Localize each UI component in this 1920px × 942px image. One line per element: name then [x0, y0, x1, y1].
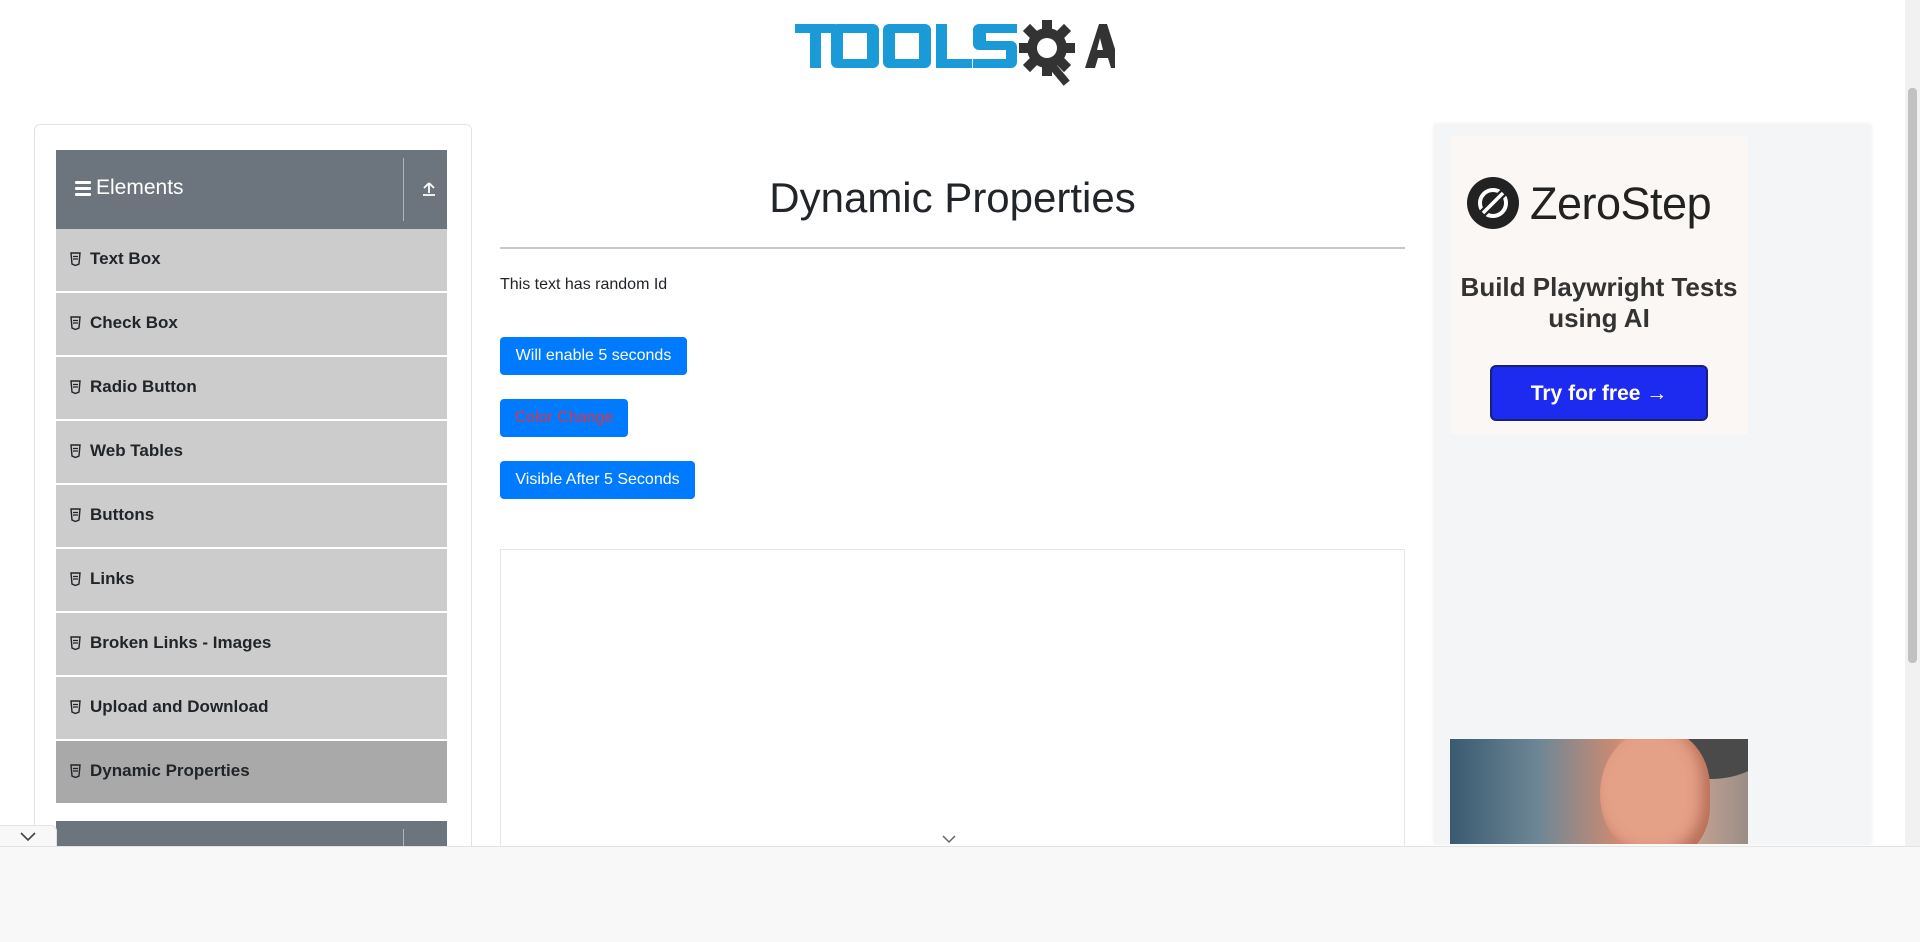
ad-image[interactable] [1450, 739, 1748, 844]
sidebar-item-label: Radio Button [90, 377, 197, 396]
header [0, 0, 1905, 100]
sidebar-item-label: Links [90, 569, 135, 588]
sidebar-item-label: Upload and Download [90, 697, 269, 716]
try-free-button[interactable]: Try for free → [1490, 365, 1708, 421]
right-ad-panel: ZeroStep Build Playwright Tests using AI… [1434, 124, 1871, 844]
file-icon [70, 444, 81, 458]
zerostep-ad[interactable]: ZeroStep Build Playwright Tests using AI… [1450, 136, 1748, 434]
sidebar-item-check-box[interactable]: Check Box [56, 293, 447, 357]
hamburger-icon [75, 181, 91, 197]
sidebar-item-radio-button[interactable]: Radio Button [56, 357, 447, 421]
left-panel: Elements Text Box Check Box Radio Button… [34, 124, 472, 886]
group-title: Elements [96, 176, 184, 199]
file-icon [70, 252, 81, 266]
visible-after-button[interactable]: Visible After 5 Seconds [500, 461, 695, 499]
sidebar-item-label: Broken Links - Images [90, 633, 272, 652]
ad-image-ear [1600, 739, 1710, 844]
sidebar-item-label: Text Box [90, 249, 161, 268]
elements-menu-list: Text Box Check Box Radio Button Web Tabl… [56, 229, 447, 805]
page-scrollbar[interactable] [1905, 0, 1920, 941]
file-icon [70, 316, 81, 330]
page-title: Dynamic Properties [769, 174, 1136, 221]
sidebar-item-label: Dynamic Properties [90, 761, 250, 780]
file-icon [70, 764, 81, 778]
title-divider [500, 247, 1405, 249]
scrollbar-thumb[interactable] [1908, 88, 1917, 663]
color-change-button[interactable]: Color Change [500, 399, 628, 437]
elements-group-header[interactable]: Elements [56, 150, 447, 229]
ad-tagline: Build Playwright Tests using AI [1460, 272, 1738, 333]
sidebar-item-web-tables[interactable]: Web Tables [56, 421, 447, 485]
sidebar-item-text-box[interactable]: Text Box [56, 229, 447, 293]
sidebar-item-upload-download[interactable]: Upload and Download [56, 677, 447, 741]
bottom-ad-bar [0, 846, 1920, 942]
file-icon [70, 380, 81, 394]
toolsqa-logo[interactable] [793, 14, 1115, 92]
collapse-upload-icon[interactable] [420, 180, 438, 198]
zerostep-logo-icon [1467, 177, 1519, 229]
ad-frame [500, 549, 1405, 850]
random-id-text: This text has random Id [500, 276, 668, 293]
file-icon [70, 572, 81, 586]
bottom-ad-toggle[interactable] [0, 825, 57, 848]
sidebar-item-label: Web Tables [90, 441, 183, 460]
file-icon [70, 636, 81, 650]
sidebar-item-links[interactable]: Links [56, 549, 447, 613]
sidebar-item-buttons[interactable]: Buttons [56, 485, 447, 549]
file-icon [70, 508, 81, 522]
sidebar-item-label: Buttons [90, 505, 155, 524]
file-icon [70, 700, 81, 714]
sidebar-item-dynamic-properties[interactable]: Dynamic Properties [56, 741, 447, 805]
header-divider [403, 158, 404, 221]
chevron-down-icon[interactable] [942, 834, 956, 844]
enable-after-button[interactable]: Will enable 5 seconds [500, 337, 687, 375]
chevron-down-icon [20, 832, 36, 842]
sidebar-item-broken-links[interactable]: Broken Links - Images [56, 613, 447, 677]
ad-brand: ZeroStep [1530, 178, 1712, 229]
sidebar-item-label: Check Box [90, 313, 178, 332]
